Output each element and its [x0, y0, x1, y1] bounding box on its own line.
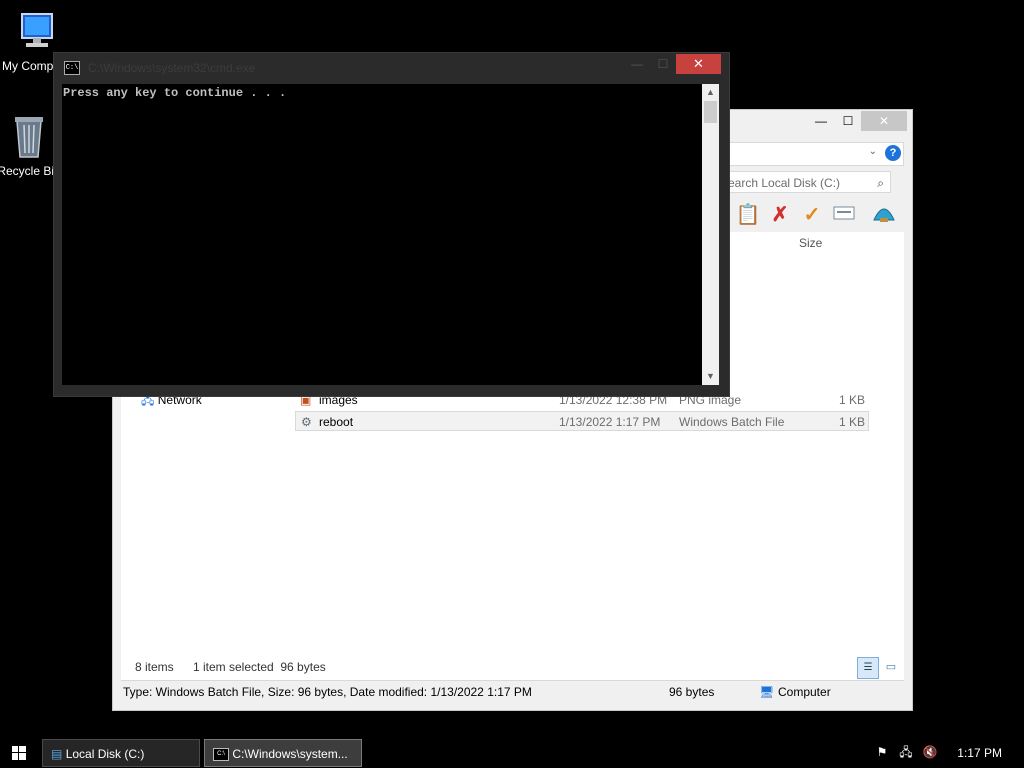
column-header-size[interactable]: Size: [799, 232, 822, 254]
taskbar-button-cmd[interactable]: C:\ C:\Windows\system...: [204, 739, 362, 767]
close-button[interactable]: ✕: [861, 111, 907, 131]
computer-icon: [21, 13, 53, 47]
action-center-flag-icon[interactable]: ⚑: [874, 744, 890, 760]
cmd-icon: C:\: [64, 61, 80, 75]
taskbar-button-label: Local Disk (C:): [65, 747, 145, 761]
scroll-up-icon[interactable]: ▲: [702, 84, 719, 101]
taskbar-button-explorer[interactable]: ▤ Local Disk (C:): [42, 739, 200, 767]
file-details: Type: Windows Batch File, Size: 96 bytes…: [123, 685, 532, 699]
details-size: 96 bytes: [669, 685, 715, 699]
console-window[interactable]: C:\ C:\Windows\system32\cmd.exe — ☐ ✕ Pr…: [53, 52, 730, 397]
file-size: 1 KB: [838, 415, 865, 429]
help-icon[interactable]: ?: [885, 145, 901, 161]
file-date: 1/13/2022 1:17 PM: [559, 415, 661, 429]
details-bar: Type: Windows Batch File, Size: 96 bytes…: [121, 680, 904, 703]
search-placeholder: Search Local Disk (C:): [720, 176, 841, 190]
properties-icon[interactable]: [831, 202, 857, 228]
file-row-selected[interactable]: ⚙ reboot 1/13/2022 1:17 PM Windows Batch…: [295, 411, 869, 431]
check-icon[interactable]: ✓: [799, 202, 825, 228]
minimize-button[interactable]: —: [624, 54, 650, 74]
file-type: Windows Batch File: [679, 415, 785, 429]
cmd-icon: C:\: [213, 748, 229, 762]
console-output: Press any key to continue . . .: [63, 86, 287, 100]
file-name: reboot: [319, 415, 354, 429]
search-input[interactable]: Search Local Disk (C:) ⌕: [713, 171, 891, 193]
file-size: 1 KB: [838, 393, 865, 407]
vertical-scrollbar[interactable]: ▲ ▼: [702, 84, 719, 385]
maximize-button[interactable]: ☐: [650, 54, 676, 74]
item-count: 8 items: [135, 660, 174, 674]
minimize-button[interactable]: —: [808, 111, 834, 131]
volume-muted-icon[interactable]: 🔇: [922, 744, 938, 760]
batch-file-icon: ⚙: [301, 415, 312, 429]
details-view-icon[interactable]: ☰: [857, 657, 879, 679]
windows-start-icon[interactable]: [10, 744, 28, 762]
paste-icon[interactable]: 📋: [735, 202, 761, 228]
close-button[interactable]: ✕: [676, 54, 721, 74]
search-icon: ⌕: [877, 176, 884, 190]
scroll-down-icon[interactable]: ▼: [702, 368, 719, 385]
taskbar: ▤ Local Disk (C:) C:\ C:\Windows\system.…: [0, 738, 1024, 768]
delete-icon[interactable]: ✗: [767, 202, 793, 228]
recycle-bin-icon: [15, 117, 43, 158]
taskbar-button-label: C:\Windows\system...: [232, 747, 348, 761]
details-location: Computer: [778, 685, 831, 699]
clock[interactable]: 1:17 PM: [957, 738, 1002, 768]
computer-icon: 🖥: [759, 685, 775, 699]
console-output-area[interactable]: Press any key to continue . . .: [62, 84, 702, 385]
selection-info: 1 item selected 96 bytes: [193, 660, 326, 674]
chevron-down-icon[interactable]: ⌄: [869, 146, 877, 157]
scrollbar-thumb[interactable]: [704, 101, 717, 123]
network-icon[interactable]: 🖧: [898, 744, 914, 760]
shell-icon[interactable]: [871, 202, 897, 228]
preview-view-icon[interactable]: ▭: [881, 657, 901, 677]
status-bar: 8 items 1 item selected 96 bytes ☰ ▭: [121, 656, 904, 679]
console-title: C:\Windows\system32\cmd.exe: [88, 61, 256, 75]
folder-icon: ▤: [51, 747, 63, 761]
maximize-button[interactable]: ☐: [835, 111, 861, 131]
